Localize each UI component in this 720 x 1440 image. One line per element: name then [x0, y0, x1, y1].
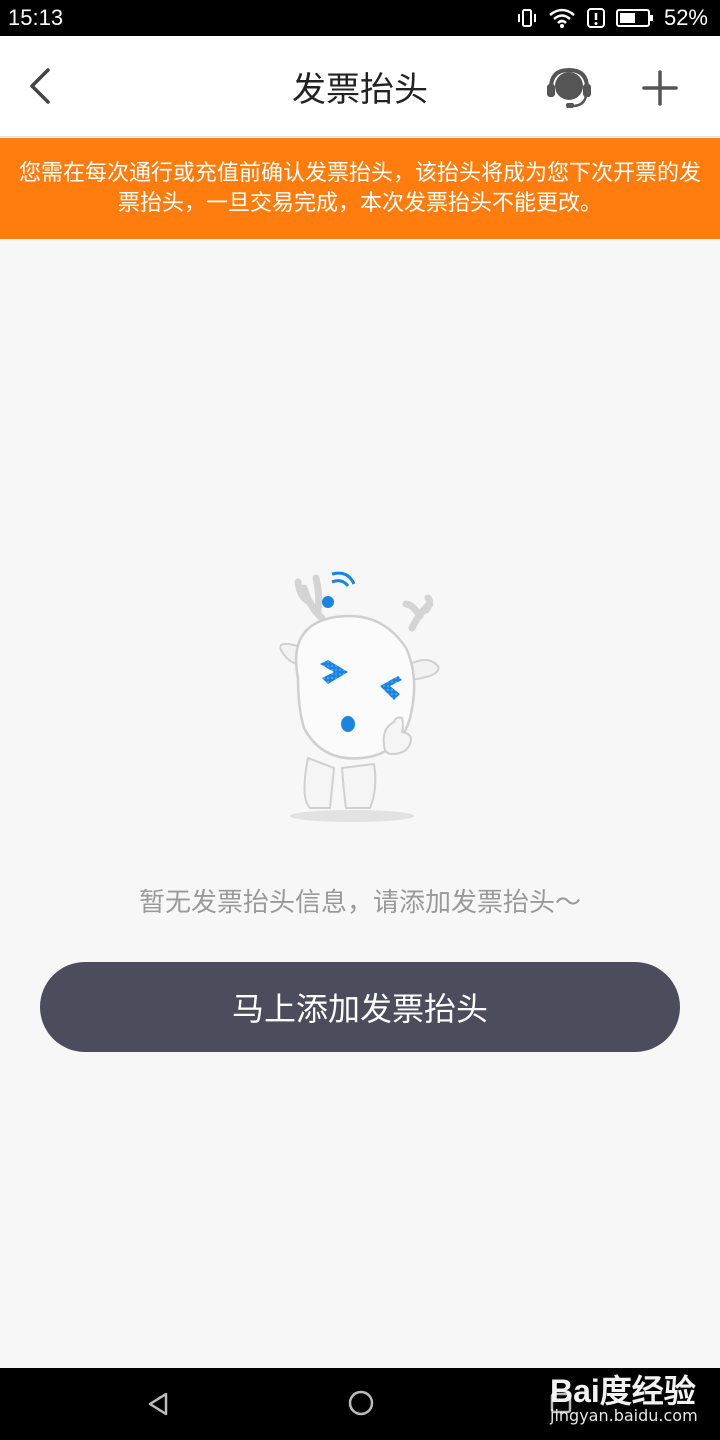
deer-mascot-illustration: [279, 571, 440, 822]
add-invoice-title-button-label: 马上添加发票抬头: [231, 990, 488, 1028]
headset-icon: [547, 67, 591, 108]
status-icons: 52%: [516, 5, 708, 31]
circle-home-icon[interactable]: [346, 1388, 376, 1418]
back-button[interactable]: [22, 66, 62, 106]
battery-percent: 52%: [663, 5, 708, 30]
notice-banner: 您需在每次通行或充值前确认发票抬头，该抬头将成为您下次开票的发票抬头，一旦交易完…: [0, 138, 720, 239]
page-title: 发票抬头: [292, 69, 428, 110]
triangle-back-icon[interactable]: [140, 1386, 176, 1422]
status-bar: 15:13 52%: [0, 0, 720, 36]
status-time: 15:13: [8, 5, 64, 30]
add-invoice-title-icon-button[interactable]: [638, 66, 682, 110]
alert-icon: [586, 8, 605, 28]
notice-text: 您需在每次通行或充值前确认发票抬头，该抬头将成为您下次开票的发票抬头，一旦交易完…: [18, 161, 701, 216]
nav-bar: 发票抬头: [0, 36, 720, 137]
vibrate-icon: [517, 9, 536, 27]
plus-icon: [642, 70, 678, 106]
watermark-url: jingyan.baidu.com: [550, 1406, 698, 1425]
add-invoice-title-button[interactable]: 马上添加发票抬头: [40, 962, 680, 1052]
battery-icon: [615, 9, 653, 27]
empty-state-message: 暂无发票抬头信息，请添加发票抬头～: [138, 888, 581, 918]
customer-service-button[interactable]: [546, 66, 592, 110]
wifi-icon: [549, 8, 575, 28]
baidu-jingyan-watermark: Bai度经验 jingyan.baidu.com: [548, 1362, 718, 1440]
chevron-left-icon: [30, 68, 50, 104]
